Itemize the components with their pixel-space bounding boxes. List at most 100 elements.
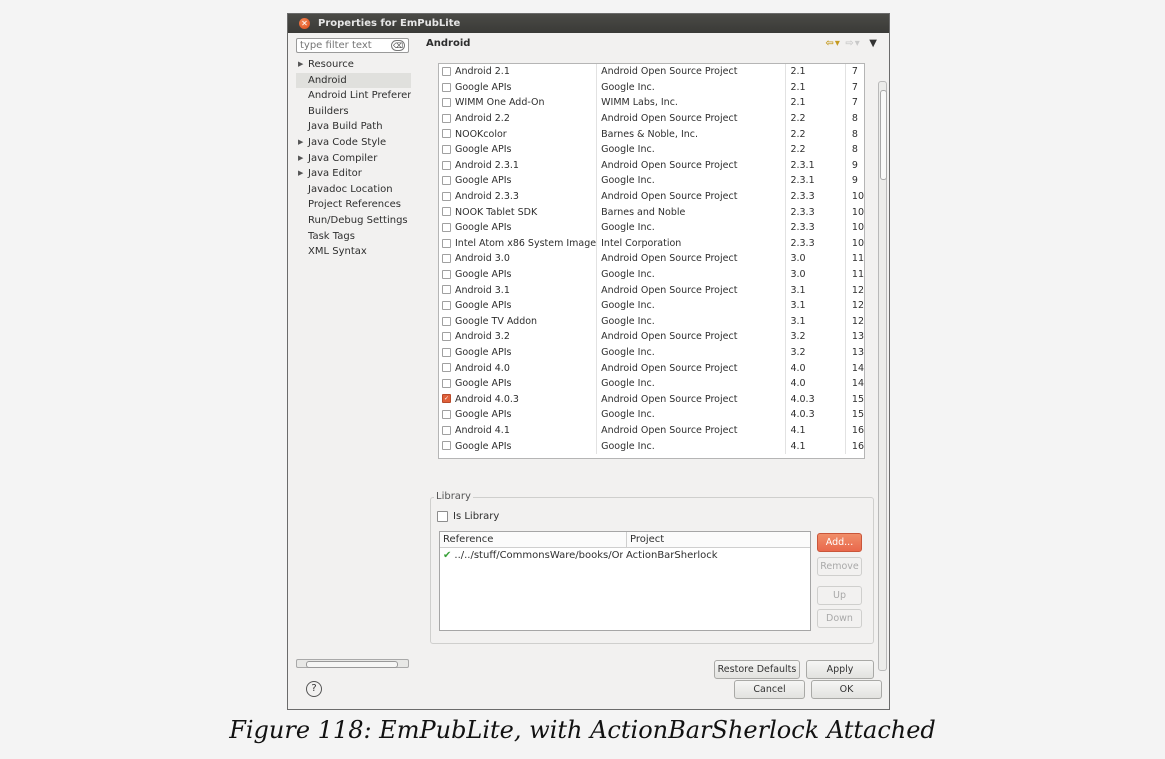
target-row[interactable]: Intel Atom x86 System Image Intel Corpora… <box>439 235 864 252</box>
filter-field[interactable]: ⌫ <box>296 38 409 53</box>
checkbox-box[interactable] <box>437 511 448 522</box>
target-row[interactable]: Android 2.1 Android Open Source Project 2.… <box>439 64 864 80</box>
target-row[interactable]: WIMM One Add-On WIMM Labs, Inc. 2.1 7 <box>439 95 864 111</box>
target-checkbox[interactable] <box>442 425 451 435</box>
target-checkbox[interactable] <box>442 332 451 342</box>
target-row[interactable]: Google APIs Google Inc. 3.1 12 <box>439 297 864 314</box>
target-row[interactable]: Google APIs Google Inc. 2.2 8 <box>439 141 864 158</box>
sidebar-item[interactable]: Task Tags <box>296 229 411 245</box>
target-row[interactable]: Google APIs Google Inc. 4.1 16 <box>439 438 864 454</box>
sidebar-item[interactable]: ▶ Java Compiler <box>296 151 411 167</box>
expand-arrow-icon[interactable]: ▶ <box>298 151 303 167</box>
target-row[interactable]: Android 3.0 Android Open Source Project 3.… <box>439 251 864 267</box>
target-checkbox[interactable] <box>442 160 451 170</box>
cancel-button[interactable]: Cancel <box>734 680 805 699</box>
filter-input[interactable] <box>297 39 388 52</box>
remove-button[interactable]: Remove <box>817 557 862 576</box>
target-row[interactable]: Android 4.1 Android Open Source Project 4.… <box>439 422 864 439</box>
target-row[interactable]: Google APIs Google Inc. 4.0.3 15 <box>439 407 864 423</box>
target-api-cell: 7 <box>851 66 858 78</box>
target-checkbox[interactable] <box>442 191 451 201</box>
sidebar-item[interactable]: ▶ Java Editor <box>296 166 411 182</box>
target-checkbox[interactable] <box>442 238 451 248</box>
scrollbar-thumb[interactable] <box>880 90 887 180</box>
target-row[interactable]: Android 4.0 Android Open Source Project 4.… <box>439 360 864 376</box>
down-button[interactable]: Down <box>817 609 862 628</box>
target-row[interactable]: Google APIs Google Inc. 4.0 14 <box>439 375 864 392</box>
table-row[interactable]: ✔../../stuff/CommonsWare/books/Omnibus A… <box>440 548 810 563</box>
close-window-icon[interactable]: ✕ <box>299 18 310 29</box>
expand-arrow-icon[interactable]: ▶ <box>298 135 303 151</box>
target-row[interactable]: Google APIs Google Inc. 3.0 11 <box>439 266 864 283</box>
sidebar-item[interactable]: Builders <box>296 104 411 120</box>
back-arrow-icon[interactable]: ⇦▾ <box>826 38 841 49</box>
target-row[interactable]: ✓ Android 4.0.3 Android Open Source Projec… <box>439 391 864 408</box>
target-checkbox[interactable]: ✓ <box>442 394 451 404</box>
sidebar-horizontal-scrollbar[interactable] <box>296 659 409 668</box>
target-checkbox[interactable] <box>442 207 451 217</box>
target-platform-cell: 2.1 <box>785 79 846 96</box>
view-menu-icon[interactable]: ▼ <box>869 38 878 49</box>
target-row[interactable]: Android 2.3.1 Android Open Source Project… <box>439 157 864 174</box>
target-row[interactable]: NOOKcolor Barnes & Noble, Inc. 2.2 8 <box>439 126 864 142</box>
help-icon[interactable]: ? <box>306 681 322 697</box>
add-button[interactable]: Add... <box>817 533 862 552</box>
column-header-reference[interactable]: Reference <box>440 532 627 547</box>
expand-arrow-icon[interactable]: ▶ <box>298 57 303 73</box>
target-checkbox[interactable] <box>442 441 451 451</box>
property-tree: ▶ Resource Android Android Lint Preferences… <box>296 57 411 260</box>
target-row[interactable]: Android 3.2 Android Open Source Project 3.… <box>439 329 864 345</box>
target-row[interactable]: Android 2.2 Android Open Source Project 2.… <box>439 110 864 127</box>
sidebar-item[interactable]: Java Build Path <box>296 119 411 135</box>
target-row[interactable]: Android 3.1 Android Open Source Project 3.… <box>439 282 864 298</box>
column-header-project[interactable]: Project <box>627 532 664 547</box>
target-name: Android 2.1 <box>455 66 510 78</box>
sidebar-item[interactable]: Android <box>296 72 411 89</box>
target-checkbox[interactable] <box>442 285 451 295</box>
target-checkbox[interactable] <box>442 254 451 264</box>
build-target-table[interactable]: Android 2.1 Android Open Source Project 2.… <box>438 63 865 459</box>
up-button[interactable]: Up <box>817 586 862 605</box>
target-checkbox[interactable] <box>442 98 451 108</box>
target-checkbox[interactable] <box>442 269 451 279</box>
target-checkbox[interactable] <box>442 113 451 123</box>
target-checkbox[interactable] <box>442 176 451 186</box>
forward-arrow-icon[interactable]: ⇨▾ <box>845 38 860 49</box>
target-checkbox[interactable] <box>442 363 451 373</box>
target-row[interactable]: Android 2.3.3 Android Open Source Project… <box>439 188 864 205</box>
target-checkbox[interactable] <box>442 129 451 139</box>
sidebar-item[interactable]: XML Syntax <box>296 244 411 260</box>
target-checkbox[interactable] <box>442 316 451 326</box>
target-checkbox[interactable] <box>442 300 451 310</box>
expand-arrow-icon[interactable]: ▶ <box>298 166 303 182</box>
main-vertical-scrollbar[interactable] <box>878 81 887 671</box>
target-row[interactable]: Google APIs Google Inc. 2.3.1 9 <box>439 173 864 189</box>
scrollbar-thumb[interactable] <box>306 661 398 668</box>
target-checkbox[interactable] <box>442 82 451 92</box>
target-row[interactable]: NOOK Tablet SDK Barnes and Noble 2.3.3 10 <box>439 204 864 220</box>
target-row[interactable]: Google APIs Google Inc. 2.3.3 10 <box>439 219 864 236</box>
sidebar-item[interactable]: Run/Debug Settings <box>296 213 411 229</box>
is-library-checkbox[interactable]: Is Library <box>437 511 499 522</box>
target-row[interactable]: Google APIs Google Inc. 3.2 13 <box>439 344 864 361</box>
apply-button[interactable]: Apply <box>806 660 874 679</box>
ok-button[interactable]: OK <box>811 680 882 699</box>
library-reference-table[interactable]: Reference Project ✔ ../../stuff/CommonsWa… <box>439 531 811 631</box>
target-name: Android 3.0 <box>455 253 510 265</box>
target-checkbox[interactable] <box>442 347 451 357</box>
target-api-cell: 12 <box>851 300 864 312</box>
target-checkbox[interactable] <box>442 144 451 154</box>
target-row[interactable]: Google TV Addon Google Inc. 3.1 12 <box>439 313 864 330</box>
sidebar-item[interactable]: Javadoc Location <box>296 182 411 198</box>
target-checkbox[interactable] <box>442 410 451 420</box>
sidebar-item[interactable]: ▶ Java Code Style <box>296 135 411 151</box>
target-checkbox[interactable] <box>442 378 451 388</box>
sidebar-item[interactable]: Project References <box>296 197 411 213</box>
clear-filter-icon[interactable]: ⌫ <box>391 40 405 51</box>
target-checkbox[interactable] <box>442 67 451 76</box>
restore-defaults-button[interactable]: Restore Defaults <box>714 660 800 679</box>
target-checkbox[interactable] <box>442 222 451 232</box>
target-row[interactable]: Google APIs Google Inc. 2.1 7 <box>439 79 864 96</box>
sidebar-item[interactable]: ▶ Resource <box>296 57 411 73</box>
sidebar-item[interactable]: Android Lint Preferences <box>296 88 411 104</box>
